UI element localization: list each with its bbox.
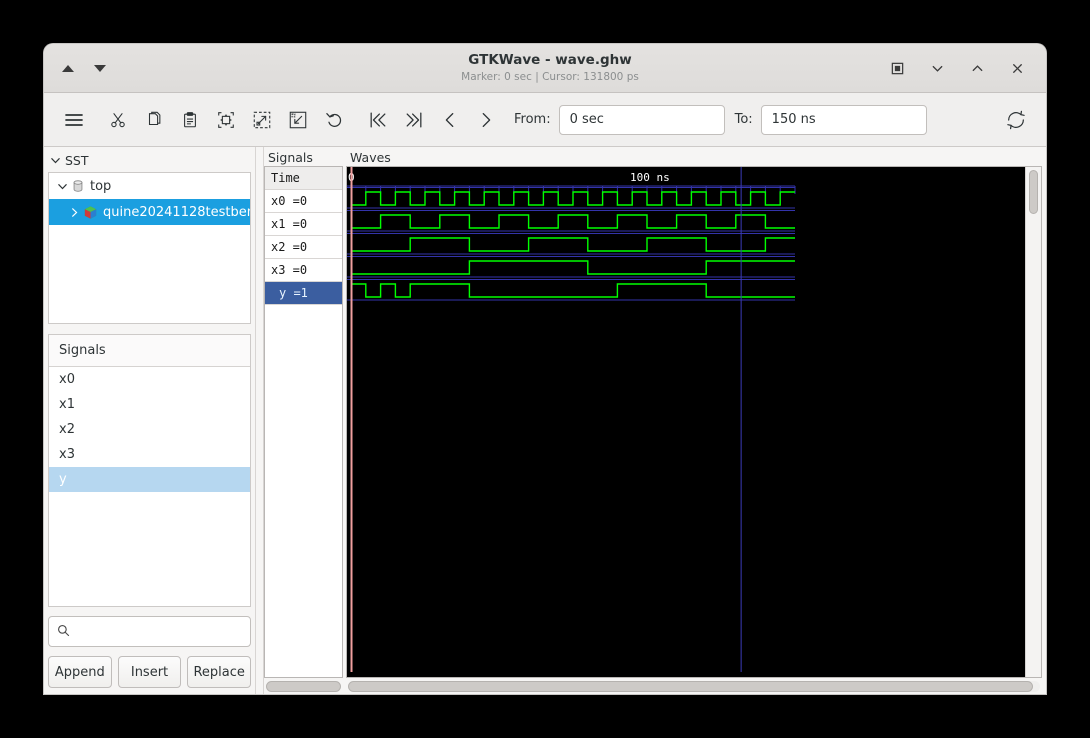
scrollbar-thumb[interactable] (266, 680, 341, 692)
signals-column-header[interactable]: Signals (49, 335, 250, 367)
sst-label: SST (65, 153, 89, 168)
next-edge-button[interactable] (468, 103, 504, 137)
signals-panel-title: Signals (268, 150, 313, 165)
sst-header[interactable]: SST (48, 150, 251, 172)
from-input[interactable]: 0 sec (558, 104, 725, 135)
zoom-fit-button[interactable] (208, 103, 244, 137)
menu-button[interactable] (56, 103, 92, 137)
signal-row-x3[interactable]: x3 =0 (265, 259, 342, 282)
insert-button[interactable]: Insert (117, 656, 182, 688)
search-field[interactable] (48, 616, 251, 647)
window-controls (888, 59, 1046, 77)
list-item[interactable]: x1 (49, 392, 250, 417)
replace-button[interactable]: Replace (187, 656, 252, 688)
close-button[interactable] (1008, 59, 1026, 77)
maximize-button[interactable] (968, 59, 986, 77)
list-item[interactable]: y (49, 467, 250, 492)
main-body: SST top quine20241128testbe Signals x0 x… (44, 147, 1046, 694)
titlebar-text: GTKWave - wave.ghw Marker: 0 sec | Curso… (212, 53, 888, 83)
tree-node-label: top (90, 178, 112, 194)
names-horizontal-scrollbar[interactable] (264, 678, 343, 694)
window-subtitle: Marker: 0 sec | Cursor: 131800 ps (461, 70, 639, 83)
goto-end-button[interactable] (396, 103, 432, 137)
titlebar-left-controls (44, 64, 212, 72)
signal-source-list[interactable]: Signals x0 x1 x2 x3 y (48, 334, 251, 607)
pane-divider[interactable] (255, 147, 264, 694)
list-item[interactable]: x2 (49, 417, 250, 442)
triangle-down-icon[interactable] (94, 64, 106, 72)
zoom-in-button[interactable] (244, 103, 280, 137)
search-icon (57, 622, 70, 641)
triangle-up-icon[interactable] (62, 64, 74, 72)
tree-node-label: quine20241128testbench (103, 204, 250, 220)
wave-pane: Signals Time x0 =0 x1 =0 x2 =0 x3 =0 y =… (264, 147, 1046, 694)
scrollbar-thumb[interactable] (1029, 170, 1038, 214)
sst-tree[interactable]: top quine20241128testbe (48, 172, 251, 324)
signal-names-list[interactable]: Time x0 =0 x1 =0 x2 =0 x3 =0 y =1 (264, 166, 343, 678)
waves-vertical-scrollbar[interactable] (1025, 167, 1041, 677)
scrollbar-trough[interactable] (266, 680, 341, 692)
signal-action-buttons: Append Insert Replace (48, 656, 252, 688)
cut-button[interactable] (100, 103, 136, 137)
scrollbar-trough[interactable] (348, 680, 1040, 692)
signal-names-column: Signals Time x0 =0 x1 =0 x2 =0 x3 =0 y =… (264, 147, 343, 694)
from-value: 0 sec (569, 112, 604, 127)
wave-canvas[interactable]: 0100 ns (347, 167, 1025, 677)
list-item[interactable]: x3 (49, 442, 250, 467)
waves-column: Waves 0100 ns (346, 147, 1042, 694)
toolbar: From: 0 sec To: 150 ns (44, 93, 1046, 147)
chevron-right-icon[interactable] (67, 207, 81, 218)
signal-row-x1[interactable]: x1 =0 (265, 213, 342, 236)
time-row-label: Time (265, 167, 342, 190)
waves-canvas-area[interactable]: 0100 ns (346, 166, 1042, 678)
package-icon (71, 179, 85, 193)
waves-horizontal-scrollbar[interactable] (346, 678, 1042, 694)
append-button[interactable]: Append (48, 656, 112, 688)
prev-edge-button[interactable] (432, 103, 468, 137)
paste-button[interactable] (172, 103, 208, 137)
window-title: GTKWave - wave.ghw (468, 52, 632, 69)
list-item[interactable]: x0 (49, 367, 250, 392)
scrollbar-thumb[interactable] (348, 680, 1034, 692)
title-bar: GTKWave - wave.ghw Marker: 0 sec | Curso… (44, 44, 1046, 93)
tree-node-testbench[interactable]: quine20241128testbench (49, 199, 250, 225)
module-icon (83, 205, 98, 220)
copy-button[interactable] (136, 103, 172, 137)
to-value: 150 ns (771, 112, 816, 127)
time-axis-label: 100 ns (630, 171, 670, 184)
chevron-down-icon[interactable] (55, 181, 69, 192)
goto-start-button[interactable] (360, 103, 396, 137)
to-input[interactable]: 150 ns (760, 104, 927, 135)
sidebar: SST top quine20241128testbe Signals x0 x… (44, 147, 255, 694)
waveform-svg[interactable]: 0100 ns (347, 167, 1025, 672)
zoom-out-button[interactable] (280, 103, 316, 137)
gtkwave-window: GTKWave - wave.ghw Marker: 0 sec | Curso… (44, 44, 1046, 694)
signal-row-y[interactable]: y =1 (265, 282, 342, 305)
signal-row-x0[interactable]: x0 =0 (265, 190, 342, 213)
fullscreen-button[interactable] (888, 59, 906, 77)
from-label: From: (514, 112, 551, 127)
wave-area: Signals Time x0 =0 x1 =0 x2 =0 x3 =0 y =… (264, 147, 1042, 694)
search-input[interactable] (76, 623, 242, 640)
undo-zoom-button[interactable] (316, 103, 352, 137)
signal-row-x2[interactable]: x2 =0 (265, 236, 342, 259)
waves-panel-title: Waves (350, 150, 391, 165)
tree-node-top[interactable]: top (49, 173, 250, 199)
chevron-down-icon (51, 158, 60, 164)
reload-button[interactable] (998, 103, 1034, 137)
minimize-button[interactable] (928, 59, 946, 77)
to-label: To: (734, 112, 753, 127)
